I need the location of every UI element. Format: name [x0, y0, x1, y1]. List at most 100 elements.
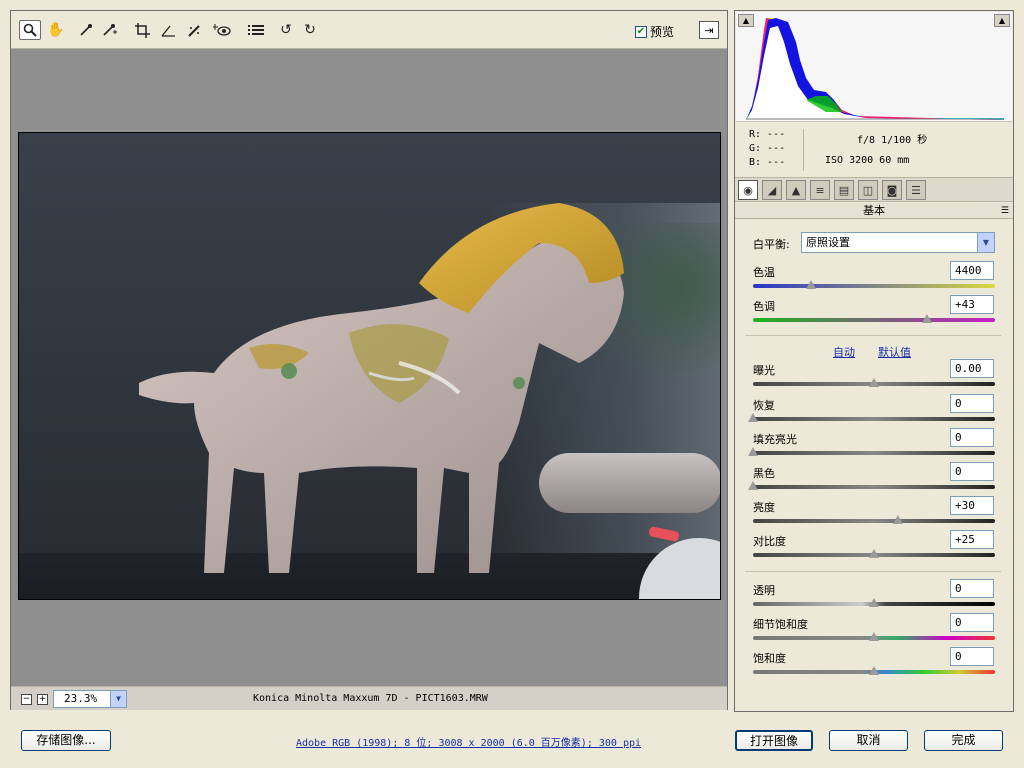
camera-icon: ◙	[886, 183, 898, 197]
slider-thumb-vibrance[interactable]	[869, 632, 879, 642]
zoom-tool-button[interactable]	[19, 20, 41, 40]
chevron-down-icon[interactable]: ▼	[110, 691, 126, 707]
slider-track-contrast[interactable]	[753, 549, 995, 558]
minus-icon: −	[22, 694, 31, 704]
slider-track-blacks[interactable]	[748, 481, 995, 490]
checkmark-icon[interactable]: ✔	[635, 25, 647, 38]
rotate-left-button[interactable]: ↺	[275, 20, 297, 40]
tab-basic[interactable]: ◉	[738, 180, 758, 200]
slider-label-exposure: 曝光	[753, 364, 775, 377]
value-field-brightness[interactable]: +30	[950, 496, 994, 515]
preview-checkbox[interactable]: ✔ 预览	[635, 23, 674, 40]
value-field-blacks[interactable]: 0	[950, 462, 994, 481]
panel-tabs: ◉ ◢ ▲ ≡ ▤ ◫ ◙ ☰	[735, 177, 1013, 202]
color-sampler-icon	[103, 24, 117, 36]
zoom-out-button[interactable]: −	[21, 694, 32, 705]
slider-thumb-clarity[interactable]	[869, 598, 879, 608]
slider-thumb-recovery[interactable]	[748, 413, 758, 423]
value-field-recovery[interactable]: 0	[950, 394, 994, 413]
tab-camera-calibration[interactable]: ◙	[882, 180, 902, 200]
exit-arrow-icon: ⇥	[704, 23, 714, 37]
value-field-exposure[interactable]: 0.00	[950, 359, 994, 378]
lens-icon: ◫	[862, 183, 874, 197]
default-link[interactable]: 默认值	[878, 344, 911, 360]
panel-menu-icon[interactable]: ☰	[1001, 204, 1009, 219]
rotate-right-button[interactable]: ↻	[299, 20, 321, 40]
white-balance-select[interactable]: 原照设置 ▼	[801, 232, 995, 253]
white-balance-tool-button[interactable]	[75, 20, 97, 40]
tab-hsl[interactable]: ≡	[810, 180, 830, 200]
tab-lens-corrections[interactable]: ◫	[858, 180, 878, 200]
plus-icon: +	[38, 694, 47, 704]
save-image-button[interactable]: 存储图像...	[21, 730, 111, 751]
tab-split-toning[interactable]: ▤	[834, 180, 854, 200]
white-balance-label: 白平衡:	[753, 238, 790, 251]
slider-track-saturation[interactable]	[753, 666, 995, 675]
slider-thumb-fill-light[interactable]	[748, 447, 758, 457]
zoom-level-value: 23.3%	[64, 692, 98, 705]
tab-detail[interactable]: ▲	[786, 180, 806, 200]
slider-thumb-tint[interactable]	[922, 314, 933, 324]
fullscreen-toggle-button[interactable]: ⇥	[699, 21, 719, 39]
zoom-in-button[interactable]: +	[37, 694, 48, 705]
red-eye-tool-button[interactable]	[211, 20, 233, 40]
rotate-ccw-icon: ↺	[280, 22, 292, 38]
color-sampler-tool-button[interactable]	[99, 20, 121, 40]
hand-tool-button[interactable]: ✋	[45, 20, 67, 40]
tab-tone-curve[interactable]: ◢	[762, 180, 782, 200]
slider-thumb-blacks[interactable]	[748, 481, 758, 491]
straighten-icon	[160, 25, 175, 37]
value-field-vibrance[interactable]: 0	[950, 613, 994, 632]
slider-track-temperature[interactable]	[753, 280, 995, 289]
slider-track-tint[interactable]	[753, 314, 995, 323]
slider-track-recovery[interactable]	[748, 413, 995, 422]
iso-focal-length: ISO 3200 60 mm	[825, 155, 910, 166]
crop-icon	[134, 22, 150, 38]
status-bar: − + 23.3% ▼ Konica Minolta Maxxum 7D - P…	[11, 686, 727, 710]
open-image-button[interactable]: 打开图像	[735, 730, 813, 751]
preview-panel: ✋ ↺ ↻ ✔ 预览 ⇥ − + 23.3% ▼ Konica Minolta …	[10, 10, 728, 710]
value-field-fill-light[interactable]: 0	[950, 428, 994, 447]
slider-label-temperature: 色温	[753, 266, 775, 279]
slider-track-brightness[interactable]	[753, 515, 995, 524]
zoom-level-select[interactable]: 23.3% ▼	[53, 690, 127, 708]
slider-label-brightness: 亮度	[753, 501, 775, 514]
slider-thumb-contrast[interactable]	[869, 549, 879, 559]
pixel-readout: R: --- G: --- B: --- f/8 1/100 秒 ISO 320…	[735, 123, 1013, 175]
white-balance-value: 原照设置	[806, 236, 850, 249]
hand-icon: ✋	[47, 22, 65, 38]
slider-label-vibrance: 细节饱和度	[753, 618, 808, 631]
value-field-clarity[interactable]: 0	[950, 579, 994, 598]
slider-thumb-brightness[interactable]	[893, 515, 904, 525]
preview-image	[18, 132, 721, 600]
crop-tool-button[interactable]	[131, 20, 153, 40]
slider-thumb-exposure[interactable]	[869, 378, 879, 388]
slider-thumb-temperature[interactable]	[806, 280, 817, 290]
aperture-shutter: f/8 1/100 秒	[857, 135, 928, 146]
chevron-down-icon[interactable]: ▼	[977, 233, 994, 252]
cancel-button[interactable]: 取消	[829, 730, 908, 751]
value-field-temperature[interactable]: 4400	[950, 261, 994, 280]
value-field-tint[interactable]: +43	[950, 295, 994, 314]
slider-track-exposure[interactable]	[753, 378, 995, 387]
straighten-tool-button[interactable]	[157, 20, 179, 40]
slider-track-vibrance[interactable]	[753, 632, 995, 641]
slider-label-blacks: 黑色	[753, 467, 775, 480]
rgb-values: R: --- G: --- B: ---	[749, 128, 785, 170]
list-icon	[248, 25, 264, 35]
readout-divider	[803, 129, 804, 171]
presets-list-button[interactable]	[245, 20, 267, 40]
value-field-contrast[interactable]: +25	[950, 530, 994, 549]
auto-link[interactable]: 自动	[833, 344, 855, 360]
workflow-options-link[interactable]: Adobe RGB (1998); 8 位; 3008 x 2000 (6.0 …	[296, 734, 641, 749]
slider-label-saturation: 饱和度	[753, 652, 786, 665]
camera-info: f/8 1/100 秒 ISO 3200 60 mm	[825, 131, 927, 171]
done-button[interactable]: 完成	[924, 730, 1003, 751]
green-value: G: ---	[749, 143, 786, 154]
slider-track-fill-light[interactable]	[748, 447, 995, 456]
slider-thumb-saturation[interactable]	[869, 666, 879, 676]
value-field-saturation[interactable]: 0	[950, 647, 994, 666]
retouch-tool-button[interactable]	[183, 20, 205, 40]
slider-track-clarity[interactable]	[753, 598, 995, 607]
tab-presets[interactable]: ☰	[906, 180, 926, 200]
